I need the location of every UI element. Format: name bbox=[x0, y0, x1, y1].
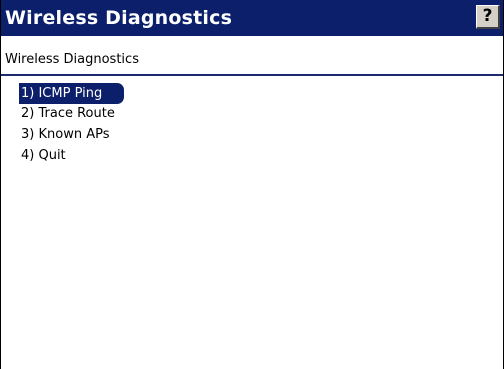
app-window: Wireless Diagnostics ? Wireless Diagnost… bbox=[0, 0, 504, 369]
header-divider bbox=[1, 74, 503, 76]
menu-item-known-aps[interactable]: 3) Known APs bbox=[19, 124, 124, 145]
page-subtitle: Wireless Diagnostics bbox=[5, 52, 139, 67]
menu-row-known-aps: 3) Known APs bbox=[19, 124, 124, 145]
menu-row-quit: 4) Quit bbox=[19, 145, 124, 166]
help-button[interactable]: ? bbox=[476, 5, 500, 29]
menu-row-icmp-ping: 1) ICMP Ping bbox=[19, 82, 125, 104]
help-question-icon: ? bbox=[482, 6, 493, 26]
menu-item-icmp-ping[interactable]: 1) ICMP Ping bbox=[19, 83, 125, 104]
menu-row-trace-route: 2) Trace Route bbox=[19, 103, 124, 124]
menu-item-quit[interactable]: 4) Quit bbox=[19, 145, 124, 166]
diagnostics-menu: 1) ICMP Ping 2) Trace Route 3) Known APs… bbox=[19, 82, 125, 166]
menu-item-trace-route[interactable]: 2) Trace Route bbox=[19, 103, 124, 124]
title-bar: Wireless Diagnostics ? bbox=[1, 0, 503, 36]
window-title: Wireless Diagnostics bbox=[5, 7, 233, 29]
